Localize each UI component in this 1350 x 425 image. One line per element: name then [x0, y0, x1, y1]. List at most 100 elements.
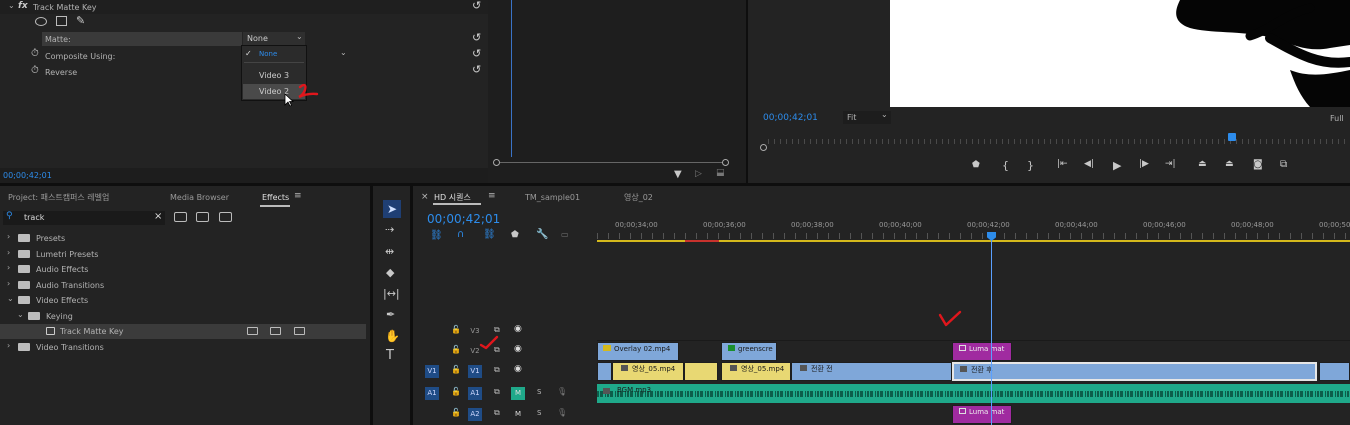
- sequence-timecode[interactable]: 00;00;42;01: [427, 212, 500, 226]
- sync-lock-icon[interactable]: ⧉: [494, 408, 500, 418]
- clip-start[interactable]: [597, 362, 612, 381]
- composite-dropdown[interactable]: ⌄: [306, 48, 350, 62]
- eye-icon[interactable]: ◉: [514, 364, 522, 374]
- lift-icon[interactable]: ⏏: [1198, 159, 1207, 169]
- collapse-chevron-icon[interactable]: ⌄: [8, 1, 15, 10]
- solo-button[interactable]: S: [537, 388, 541, 396]
- go-to-in-icon[interactable]: |⇤: [1057, 159, 1068, 169]
- lock-icon[interactable]: 🔓: [451, 345, 461, 354]
- pen-tool-icon[interactable]: ✒: [386, 308, 395, 321]
- panel-menu-icon[interactable]: ≡: [294, 191, 302, 201]
- effect-controls-timecode[interactable]: 00;00;42;01: [3, 171, 52, 180]
- tab-video-02[interactable]: 영상_02: [624, 192, 653, 203]
- selection-tool-icon[interactable]: ➤: [383, 200, 401, 218]
- yuv-effects-icon[interactable]: [219, 212, 232, 222]
- wrench-icon[interactable]: 🔧: [536, 229, 548, 240]
- clip-yellow-fx[interactable]: [684, 362, 718, 381]
- export-frame-icon[interactable]: ◙: [1253, 159, 1263, 170]
- lock-icon[interactable]: 🔓: [451, 365, 461, 374]
- track-header-a1[interactable]: A1 🔓 A1 ⧉ M S 🎙: [413, 384, 597, 403]
- tree-item[interactable]: ⌄ Keying: [0, 309, 366, 324]
- track-header-v3[interactable]: 🔓 V3 ⧉ ◉: [413, 322, 597, 341]
- 32bit-effects-icon[interactable]: [196, 212, 209, 222]
- lock-icon[interactable]: 🔓: [451, 325, 461, 334]
- mark-in-icon[interactable]: {: [1002, 159, 1009, 172]
- search-input[interactable]: track: [24, 213, 44, 222]
- clear-search-icon[interactable]: ×: [154, 211, 162, 222]
- tree-item[interactable]: › Lumetri Presets: [0, 247, 366, 262]
- lock-icon[interactable]: 🔓: [451, 408, 461, 417]
- comparison-view-icon[interactable]: ⧉: [1280, 159, 1287, 170]
- clip-next[interactable]: [1319, 362, 1350, 381]
- fx-badge[interactable]: fx: [18, 1, 28, 11]
- reset-icon[interactable]: ↺: [472, 0, 481, 12]
- clip-before-transition[interactable]: 전환 전: [791, 362, 952, 381]
- close-tab-icon[interactable]: ×: [421, 192, 429, 202]
- clip-video-05b[interactable]: 영상_05.mp4: [721, 362, 791, 381]
- chevron-right-icon[interactable]: ›: [7, 263, 10, 272]
- filter-icon[interactable]: ▼: [674, 169, 682, 180]
- tab-project[interactable]: Project: 패스트캠퍼스 레벨업: [8, 192, 109, 203]
- chevron-right-icon[interactable]: ›: [7, 248, 10, 257]
- clip-bgm-audio[interactable]: BGM.mp3: [597, 384, 1350, 403]
- snap-icon[interactable]: ∩: [457, 229, 464, 240]
- tree-item[interactable]: › Audio Transitions: [0, 278, 366, 293]
- nest-toggle-icon[interactable]: ⛓: [430, 230, 443, 241]
- extract-icon[interactable]: ⏏: [1225, 159, 1234, 169]
- sync-lock-icon[interactable]: ⧉: [494, 365, 500, 375]
- zoom-scrollbar[interactable]: [493, 159, 729, 167]
- panel-menu-icon[interactable]: ≡: [488, 191, 496, 201]
- linked-selection-icon[interactable]: ⛓: [483, 229, 496, 240]
- mute-button[interactable]: M: [511, 387, 525, 400]
- captions-icon[interactable]: ▭: [561, 230, 569, 239]
- track-target[interactable]: V1: [468, 365, 482, 378]
- matte-dropdown[interactable]: None ⌄: [243, 32, 305, 46]
- chevron-right-icon[interactable]: ›: [7, 341, 10, 350]
- clip-luma-matte[interactable]: Luma mat: [952, 342, 1012, 361]
- step-back-icon[interactable]: ◀|: [1084, 159, 1094, 169]
- chevron-right-icon[interactable]: ›: [7, 232, 10, 241]
- search-field[interactable]: ⚲ track ×: [3, 211, 165, 225]
- clip-greenscreen[interactable]: greenscre: [721, 342, 777, 361]
- add-marker-icon[interactable]: ⬟: [972, 160, 980, 170]
- lock-icon[interactable]: 🔓: [451, 387, 461, 396]
- play-audio-icon[interactable]: ▷: [695, 169, 702, 179]
- fit-dropdown[interactable]: Fit ⌄: [843, 110, 891, 124]
- pen-mask-icon[interactable]: ✎: [76, 14, 85, 27]
- mark-out-icon[interactable]: }: [1027, 159, 1034, 172]
- source-patch[interactable]: V1: [425, 365, 439, 378]
- ripple-edit-icon[interactable]: ⇹: [385, 245, 394, 258]
- reset-icon[interactable]: ↺: [472, 63, 481, 76]
- solo-button[interactable]: S: [537, 409, 541, 417]
- track-header-v2[interactable]: 🔓 V2 ⧉ ◉: [413, 342, 597, 361]
- slip-tool-icon[interactable]: |↔|: [383, 287, 400, 300]
- tab-tm-sample01[interactable]: TM_sample01: [525, 193, 580, 202]
- stopwatch-icon[interactable]: ⏱: [31, 48, 39, 59]
- rectangle-mask-icon[interactable]: [56, 16, 67, 26]
- track-header-v1[interactable]: V1 🔓 V1 ⧉ ◉: [413, 362, 597, 381]
- mute-button[interactable]: M: [511, 408, 525, 421]
- menu-option-none[interactable]: None: [259, 50, 277, 58]
- microphone-icon[interactable]: 🎙: [557, 408, 567, 417]
- tab-media-browser[interactable]: Media Browser: [170, 193, 229, 202]
- chevron-right-icon[interactable]: ›: [7, 279, 10, 288]
- track-target[interactable]: A2: [468, 408, 482, 421]
- program-timecode[interactable]: 00;00;42;01: [763, 113, 818, 123]
- time-ruler[interactable]: 00;00;34;00 00;00;36;00 00;00;38;00 00;00;4…: [597, 216, 1350, 242]
- ellipse-mask-icon[interactable]: [35, 17, 47, 26]
- chevron-down-icon[interactable]: ⌄: [7, 294, 14, 303]
- track-select-icon[interactable]: ⇢: [385, 223, 394, 236]
- track-target[interactable]: A1: [468, 387, 482, 400]
- tree-item[interactable]: › Video Transitions: [0, 340, 366, 355]
- eye-icon[interactable]: ◉: [514, 344, 522, 354]
- reset-icon[interactable]: ↺: [472, 47, 481, 60]
- accelerated-effects-icon[interactable]: [174, 212, 187, 222]
- reset-icon[interactable]: ↺: [472, 31, 481, 44]
- step-forward-icon[interactable]: |▶: [1139, 159, 1149, 169]
- chevron-down-icon[interactable]: ⌄: [17, 310, 24, 319]
- stopwatch-icon[interactable]: ⏱: [31, 65, 39, 76]
- eye-icon[interactable]: ◉: [514, 324, 522, 334]
- tab-effects[interactable]: Effects: [262, 193, 289, 202]
- tree-item[interactable]: › Audio Effects: [0, 262, 366, 277]
- source-patch[interactable]: A1: [425, 387, 439, 400]
